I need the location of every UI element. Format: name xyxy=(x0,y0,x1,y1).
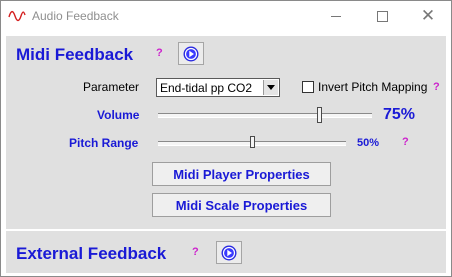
pitch-range-slider-thumb[interactable] xyxy=(250,136,255,148)
audio-feedback-window: Audio Feedback ✕ Midi Feedback ? Paramet… xyxy=(0,0,452,277)
window-title: Audio Feedback xyxy=(32,9,119,23)
pitch-range-label: Pitch Range xyxy=(69,136,139,150)
pitch-range-value: 50% xyxy=(357,137,380,149)
external-feedback-panel: External Feedback ? xyxy=(6,231,446,273)
midi-feedback-panel: Midi Feedback ? Parameter End-tidal pp C… xyxy=(6,36,446,229)
invert-pitch-help-icon[interactable]: ? xyxy=(433,81,440,93)
play-icon xyxy=(221,245,237,260)
volume-label: Volume xyxy=(97,108,140,122)
external-feedback-title: External Feedback xyxy=(16,244,167,263)
volume-value: 75% xyxy=(383,106,416,123)
waveform-app-icon xyxy=(8,10,26,22)
close-button[interactable]: ✕ xyxy=(405,1,451,31)
title-bar: Audio Feedback ✕ xyxy=(1,1,451,31)
close-icon: ✕ xyxy=(420,6,436,25)
maximize-button[interactable] xyxy=(359,1,405,31)
minimize-icon xyxy=(331,15,341,17)
parameter-label: Parameter xyxy=(83,80,140,94)
invert-pitch-label: Invert Pitch Mapping xyxy=(318,80,428,94)
invert-pitch-checkbox[interactable] xyxy=(302,81,314,93)
parameter-selected-value: End-tidal pp CO2 xyxy=(160,81,253,95)
midi-feedback-title: Midi Feedback xyxy=(16,45,134,64)
maximize-icon xyxy=(376,10,388,22)
volume-slider-thumb[interactable] xyxy=(316,107,322,123)
parameter-dropdown[interactable]: End-tidal pp CO2 xyxy=(156,78,280,97)
pitch-range-help-icon[interactable]: ? xyxy=(402,136,409,148)
volume-slider-track[interactable] xyxy=(158,113,372,118)
external-feedback-help-icon[interactable]: ? xyxy=(192,246,199,258)
midi-feedback-help-icon[interactable]: ? xyxy=(156,47,163,59)
midi-scale-properties-button[interactable]: Midi Scale Properties xyxy=(152,193,331,217)
midi-player-properties-button[interactable]: Midi Player Properties xyxy=(152,162,331,186)
dropdown-arrow-icon[interactable] xyxy=(263,80,278,95)
midi-play-button[interactable] xyxy=(178,42,204,65)
play-icon xyxy=(183,46,199,61)
external-play-button[interactable] xyxy=(216,241,242,264)
minimize-button[interactable] xyxy=(313,1,359,31)
